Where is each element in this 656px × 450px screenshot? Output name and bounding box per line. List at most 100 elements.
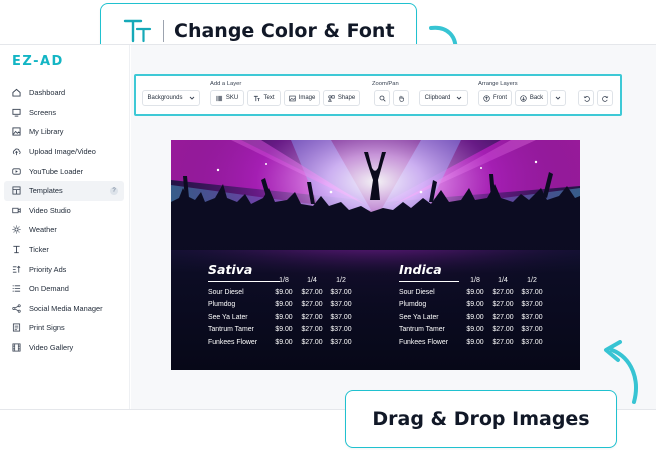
add-sku-button[interactable]: SKU (210, 90, 244, 106)
menu-item-name[interactable]: Funkees Flower (208, 339, 257, 346)
sidebar-item-label: Weather (29, 225, 57, 235)
sidebar-item-templates[interactable]: Templates ? (4, 180, 124, 201)
menu-item-price[interactable]: $27.00 (299, 326, 325, 333)
sidebar-item-my-library[interactable]: My Library (4, 122, 124, 142)
ticker-icon (12, 245, 21, 254)
front-label: Front (493, 95, 508, 101)
menu-item-price[interactable]: $9.00 (462, 314, 488, 321)
barcode-icon (216, 95, 223, 102)
menu-item-price[interactable]: $9.00 (462, 301, 488, 308)
menu-item-name[interactable]: Funkees Flower (399, 339, 448, 346)
menu-item-price[interactable]: $37.00 (328, 339, 354, 346)
menu-item-price[interactable]: $37.00 (519, 326, 545, 333)
menu-item-price[interactable]: $9.00 (271, 314, 297, 321)
arrange-more-dropdown[interactable] (550, 90, 566, 106)
sidebar-item-priority-ads[interactable]: Priority Ads (4, 259, 124, 279)
concert-background-image[interactable] (171, 140, 580, 370)
sidebar-item-youtube-loader[interactable]: YouTube Loader (4, 161, 124, 181)
sidebar-item-screens[interactable]: Screens (4, 103, 124, 123)
section-underline (208, 281, 280, 282)
design-canvas[interactable]: Sativa 1/8 1/4 1/2 Sour Diesel $9.00 $27… (171, 140, 580, 370)
clipboard-dropdown[interactable]: Clipboard (419, 90, 468, 106)
text-label: Text (263, 95, 275, 101)
menu-item-price[interactable]: $9.00 (271, 339, 297, 346)
size-header[interactable]: 1/2 (329, 277, 353, 284)
menu-item-name[interactable]: See Ya Later (399, 314, 439, 321)
send-to-back-button[interactable]: Back (515, 90, 548, 106)
print-icon (12, 323, 21, 332)
sidebar-item-label: Print Signs (29, 323, 65, 333)
sidebar-item-print-signs[interactable]: Print Signs (4, 318, 124, 338)
shapes-icon (327, 94, 335, 102)
menu-section-title[interactable]: Indica (399, 262, 442, 277)
sidebar-item-label: My Library (29, 127, 64, 137)
menu-item-name[interactable]: Tantrum Tamer (208, 326, 254, 333)
menu-item-price[interactable]: $9.00 (271, 289, 297, 296)
sidebar-item-on-demand[interactable]: On Demand (4, 279, 124, 299)
text-icon (253, 95, 261, 102)
add-text-button[interactable]: Text (247, 90, 281, 106)
menu-item-price[interactable]: $27.00 (299, 339, 325, 346)
menu-item-price[interactable]: $37.00 (328, 326, 354, 333)
menu-item-price[interactable]: $37.00 (519, 314, 545, 321)
sidebar-item-social-media-manager[interactable]: Social Media Manager (4, 299, 124, 319)
undo-button[interactable] (578, 90, 594, 106)
menu-item-price[interactable]: $37.00 (328, 301, 354, 308)
menu-item-price[interactable]: $27.00 (490, 314, 516, 321)
zoom-button[interactable] (374, 90, 390, 106)
template-icon (12, 186, 21, 195)
menu-item-price[interactable]: $27.00 (490, 339, 516, 346)
menu-item-price[interactable]: $37.00 (328, 289, 354, 296)
menu-section-title[interactable]: Sativa (208, 262, 252, 277)
menu-item-name[interactable]: Plumdog (208, 301, 235, 308)
menu-item-price[interactable]: $9.00 (462, 339, 488, 346)
size-header[interactable]: 1/8 (463, 277, 487, 284)
menu-item-price[interactable]: $9.00 (271, 301, 297, 308)
menu-item-price[interactable]: $27.00 (490, 289, 516, 296)
menu-item-price[interactable]: $37.00 (519, 301, 545, 308)
menu-item-name[interactable]: Sour Diesel (208, 289, 244, 296)
size-header[interactable]: 1/4 (300, 277, 324, 284)
image-label: Image (298, 95, 316, 101)
menu-item-price[interactable]: $9.00 (462, 326, 488, 333)
templates-help-badge[interactable]: ? (110, 186, 118, 195)
monitor-icon (12, 108, 21, 117)
sidebar-item-label: On Demand (29, 284, 69, 294)
menu-item-price[interactable]: $27.00 (490, 326, 516, 333)
add-shape-button[interactable]: Shape (323, 90, 360, 106)
backgrounds-label: Backgrounds (147, 95, 183, 101)
size-header[interactable]: 1/2 (520, 277, 544, 284)
sidebar-item-video-gallery[interactable]: Video Gallery (4, 338, 124, 358)
redo-icon (601, 95, 609, 102)
redo-button[interactable] (597, 90, 613, 106)
menu-item-price[interactable]: $37.00 (519, 339, 545, 346)
menu-item-price[interactable]: $9.00 (462, 289, 488, 296)
bring-to-front-button[interactable]: Front (478, 90, 512, 106)
menu-item-price[interactable]: $27.00 (299, 301, 325, 308)
sidebar-item-weather[interactable]: Weather (4, 220, 124, 240)
size-header[interactable]: 1/4 (491, 277, 515, 284)
menu-item-price[interactable]: $27.00 (299, 314, 325, 321)
add-image-button[interactable]: Image (284, 90, 320, 106)
menu-item-price[interactable]: $27.00 (299, 289, 325, 296)
menu-item-price[interactable]: $9.00 (271, 326, 297, 333)
menu-item-name[interactable]: See Ya Later (208, 314, 248, 321)
sidebar-item-label: Video Gallery (29, 343, 74, 353)
size-header[interactable]: 1/8 (272, 277, 296, 284)
menu-item-name[interactable]: Plumdog (399, 301, 426, 308)
menu-item-price[interactable]: $27.00 (490, 301, 516, 308)
arrange-layers-label: Arrange Layers (478, 81, 518, 87)
pan-button[interactable] (393, 90, 409, 106)
menu-item-name[interactable]: Tantrum Tamer (399, 326, 445, 333)
menu-item-price[interactable]: $37.00 (519, 289, 545, 296)
sidebar-nav: Dashboard Screens My Library Upload Imag… (4, 83, 124, 357)
sidebar-item-ticker[interactable]: Ticker (4, 240, 124, 260)
menu-item-name[interactable]: Sour Diesel (399, 289, 435, 296)
sidebar-item-dashboard[interactable]: Dashboard (4, 83, 124, 103)
priority-icon (12, 265, 21, 274)
sidebar-item-upload[interactable]: Upload Image/Video (4, 142, 124, 162)
clipboard-label: Clipboard (424, 95, 451, 101)
sidebar-item-video-studio[interactable]: Video Studio (4, 201, 124, 221)
backgrounds-dropdown[interactable]: Backgrounds (142, 90, 200, 106)
menu-item-price[interactable]: $37.00 (328, 314, 354, 321)
